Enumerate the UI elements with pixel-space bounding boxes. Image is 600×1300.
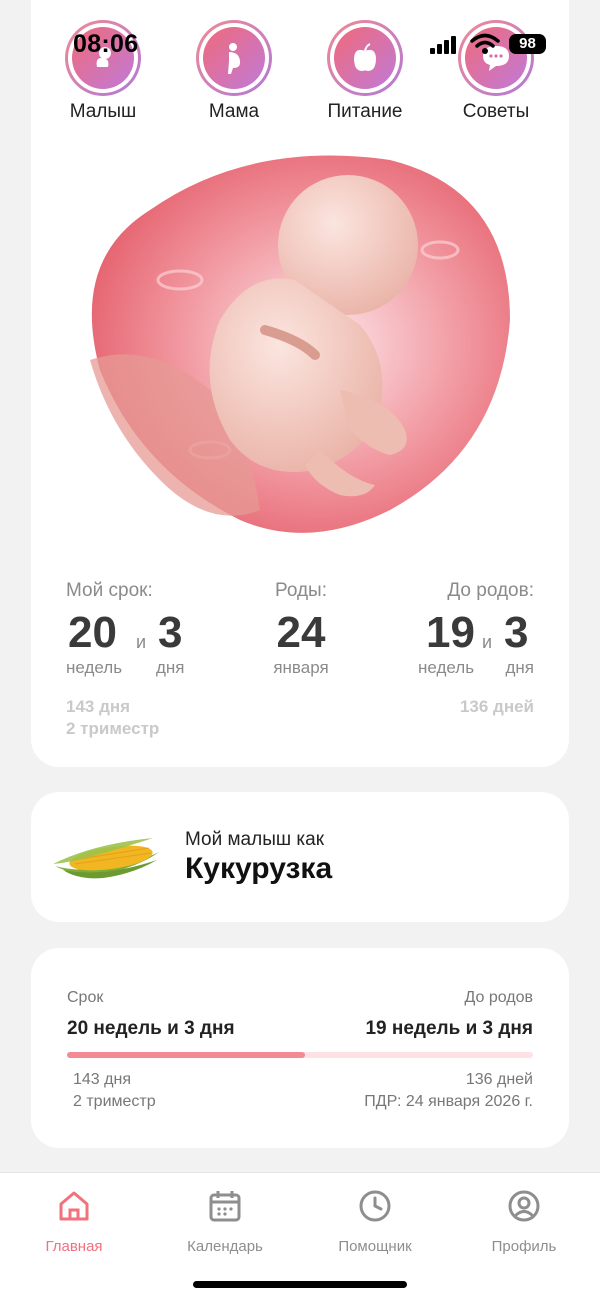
calendar-icon: [209, 1191, 241, 1222]
remaining-label: До родов:: [447, 580, 534, 601]
tab-calendar[interactable]: Календарь: [165, 1189, 285, 1255]
term-days: 3: [158, 608, 183, 657]
term-weeks-unit: недель: [66, 658, 123, 677]
progress-term-value: 20 недель и 3 дня: [67, 1018, 235, 1039]
clock-icon: [359, 1190, 391, 1222]
birth-day: 24: [276, 608, 326, 657]
term-and: и: [136, 632, 147, 652]
remaining-days-unit: дня: [505, 658, 534, 677]
tab-home[interactable]: Главная: [14, 1189, 134, 1255]
wifi-icon: [470, 33, 500, 54]
fruit-name: Кукурузка: [185, 852, 333, 885]
tab-assistant[interactable]: Помощник: [315, 1189, 435, 1255]
term-weeks: 20: [68, 608, 117, 657]
progress-card: Срок До родов 20 недель и 3 дня 19 недел…: [31, 948, 569, 1148]
birth-label: Роды:: [274, 580, 327, 601]
baby-size-card[interactable]: Мой малыш как Кукурузка: [31, 792, 569, 922]
progress-fill: [67, 1052, 305, 1058]
remaining-weeks: 19: [426, 608, 475, 657]
total-days: 143 дня: [66, 697, 131, 716]
status-bar: 08:06 98: [0, 0, 600, 70]
home-indicator: [193, 1281, 407, 1288]
home-icon: [59, 1191, 89, 1221]
remaining-days-total: 136 дней: [459, 697, 534, 716]
battery-indicator: 98: [509, 34, 546, 54]
tab-label: Календарь: [187, 1238, 263, 1255]
category-label: Питание: [327, 101, 403, 122]
tab-label: Помощник: [338, 1238, 412, 1255]
remaining-weeks-unit: недель: [418, 658, 475, 677]
cellular-signal-icon: [430, 36, 460, 54]
remaining-stat: До родов: 19 и 3 недель дня 136 дней: [416, 580, 534, 718]
progress-remaining-label: До родов: [464, 989, 533, 1006]
fruit-subtitle: Мой малыш как: [185, 829, 325, 850]
fetus-illustration: [90, 155, 510, 533]
tab-profile[interactable]: Профиль: [464, 1189, 584, 1255]
progress-remaining-days: 136 дней: [465, 1071, 533, 1088]
category-label: Малыш: [69, 101, 137, 122]
category-label: Мама: [208, 101, 260, 122]
birth-month: января: [273, 658, 329, 677]
birth-stat: Роды: 24 января: [266, 580, 336, 678]
term-stat: Мой срок: 20 и 3 недель дня 143 дня 2 тр…: [66, 580, 191, 740]
profile-icon: [508, 1190, 540, 1222]
progress-trimester: 2 триместр: [73, 1093, 156, 1110]
trimester: 2 триместр: [66, 719, 160, 738]
progress-remaining-value: 19 недель и 3 дня: [365, 1018, 533, 1039]
due-date: ПДР: 24 января 2026 г.: [364, 1093, 533, 1110]
tab-label: Профиль: [491, 1238, 557, 1255]
term-days-unit: дня: [156, 658, 185, 677]
remaining-days: 3: [504, 608, 529, 657]
pregnancy-progress-bar: [67, 1052, 533, 1058]
progress-days: 143 дня: [73, 1071, 131, 1088]
term-label: Мой срок:: [66, 580, 153, 601]
remaining-and: и: [482, 632, 493, 652]
status-time: 08:06: [73, 30, 139, 58]
corn-icon: [53, 838, 159, 879]
bottom-tab-bar: Главная Календарь Помощник Профиль: [0, 1172, 600, 1300]
progress-term-label: Срок: [67, 989, 104, 1006]
tab-label: Главная: [45, 1238, 103, 1255]
category-label: Советы: [462, 101, 530, 122]
